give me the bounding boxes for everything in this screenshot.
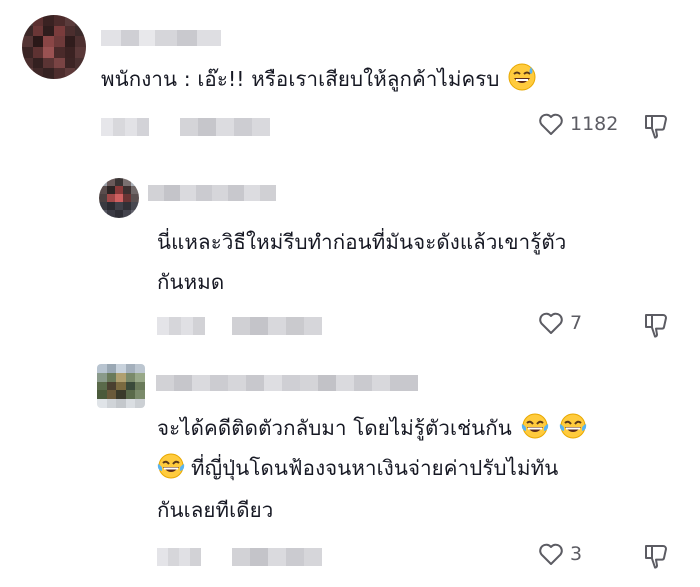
avatar[interactable] bbox=[99, 178, 139, 218]
like-button[interactable]: 3 bbox=[538, 542, 582, 566]
comment-text-line-1: นี่แหละวิธีใหม่รีบทำก่อนที่มันจะดังแล้วเ… bbox=[157, 230, 567, 254]
like-button[interactable]: 7 bbox=[538, 311, 582, 335]
comment-text-line-3: กันเลยทีเดียว bbox=[157, 498, 274, 522]
thumbs-down-outline-icon[interactable] bbox=[642, 112, 670, 140]
reply-pixelated[interactable] bbox=[180, 118, 270, 136]
timestamp-pixelated bbox=[101, 118, 149, 136]
thumbs-down-outline-icon[interactable] bbox=[642, 311, 670, 339]
like-count: 3 bbox=[570, 543, 583, 565]
like-button[interactable]: 1182 bbox=[538, 112, 618, 136]
timestamp-pixelated bbox=[157, 317, 205, 335]
comment-1: พนักงาน : เอ๊ะ!! หรือเราเสียบให้ลูกค้าไม… bbox=[0, 0, 700, 150]
username-pixelated[interactable] bbox=[156, 375, 418, 391]
thumbs-down-outline-icon[interactable] bbox=[642, 542, 670, 570]
tears-of-joy-emoji-icon bbox=[521, 413, 548, 439]
sweat-smile-emoji-icon bbox=[508, 63, 536, 91]
reply-pixelated[interactable] bbox=[232, 317, 322, 335]
timestamp-pixelated bbox=[157, 548, 201, 566]
comment-text-line-2: ที่ญี่ปุ่นโดนฟ้องจนหาเงินจ่ายค่าปรับไม่ท… bbox=[157, 450, 558, 486]
comment-text: พนักงาน : เอ๊ะ!! หรือเราเสียบให้ลูกค้าไม… bbox=[101, 61, 538, 97]
heart-outline-icon bbox=[539, 113, 563, 135]
comment-text-line-2: กันหมด bbox=[157, 270, 225, 294]
comment-text-line-1: จะได้คดีติดตัวกลับมา โดยไม่รู้ตัวเช่นกัน bbox=[157, 410, 589, 446]
heart-outline-icon bbox=[539, 312, 563, 334]
tears-of-joy-emoji-icon bbox=[559, 413, 587, 439]
avatar[interactable] bbox=[97, 364, 145, 408]
reply-pixelated[interactable] bbox=[232, 548, 322, 566]
like-count: 1182 bbox=[570, 113, 619, 135]
username-pixelated[interactable] bbox=[148, 185, 276, 201]
heart-outline-icon bbox=[539, 543, 563, 565]
avatar[interactable] bbox=[22, 15, 86, 79]
comment-2: นี่แหละวิธีใหม่รีบทำก่อนที่มันจะดังแล้วเ… bbox=[0, 170, 700, 350]
tears-of-joy-emoji-icon bbox=[157, 453, 185, 479]
comment-3: จะได้คดีติดตัวกลับมา โดยไม่รู้ตัวเช่นกัน bbox=[0, 360, 700, 587]
username-pixelated[interactable] bbox=[101, 30, 221, 46]
like-count: 7 bbox=[570, 312, 583, 334]
